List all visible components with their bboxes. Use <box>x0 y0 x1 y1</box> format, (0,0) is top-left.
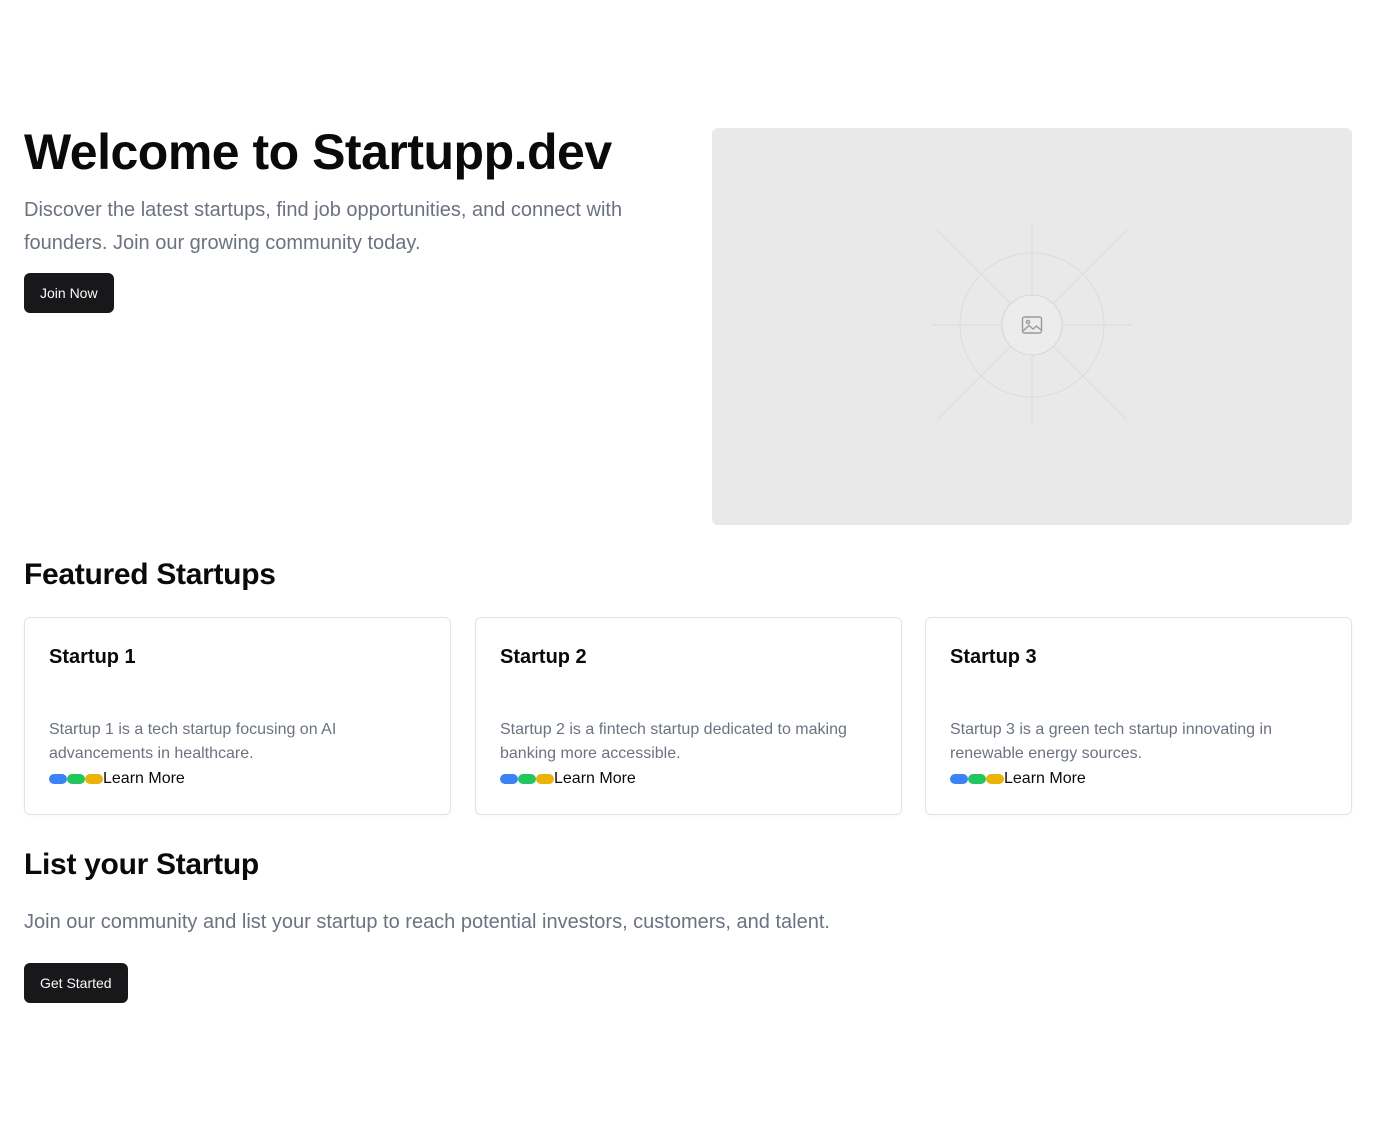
blue-tag-pill <box>500 774 518 784</box>
yellow-tag-pill <box>85 774 103 784</box>
hero-image-placeholder <box>712 128 1352 525</box>
startup-card: Startup 2 Startup 2 is a fintech startup… <box>475 617 902 815</box>
card-title: Startup 2 <box>500 646 587 668</box>
list-startup-subtitle: Join our community and list your startup… <box>24 911 830 933</box>
hero-title: Welcome to Startupp.dev <box>24 124 612 180</box>
page: Welcome to Startupp.dev Discover the lat… <box>0 0 1376 1131</box>
hero-text: Welcome to Startupp.dev Discover the lat… <box>24 124 664 260</box>
yellow-tag-pill <box>536 774 554 784</box>
learn-more-link[interactable]: Learn More <box>554 768 636 790</box>
green-tag-pill <box>968 774 986 784</box>
card-title: Startup 1 <box>49 646 136 668</box>
learn-more-link[interactable]: Learn More <box>103 768 185 790</box>
blue-tag-pill <box>950 774 968 784</box>
yellow-tag-pill <box>986 774 1004 784</box>
join-now-button[interactable]: Join Now <box>24 273 114 313</box>
startup-card: Startup 3 Startup 3 is a green tech star… <box>925 617 1352 815</box>
green-tag-pill <box>67 774 85 784</box>
featured-startups-title: Featured Startups <box>24 558 276 591</box>
learn-more-link[interactable]: Learn More <box>1004 768 1086 790</box>
card-footer: Learn More <box>950 768 1086 790</box>
green-tag-pill <box>518 774 536 784</box>
card-description: Startup 2 is a fintech startup dedicated… <box>500 721 847 762</box>
hero-subtitle: Discover the latest startups, find job o… <box>24 199 623 254</box>
startup-cards: Startup 1 Startup 1 is a tech startup fo… <box>24 617 1352 815</box>
card-description: Startup 1 is a tech startup focusing on … <box>49 721 337 762</box>
card-footer: Learn More <box>500 768 636 790</box>
blue-tag-pill <box>49 774 67 784</box>
placeholder-pattern <box>932 223 1132 425</box>
get-started-button[interactable]: Get Started <box>24 963 128 1003</box>
startup-card: Startup 1 Startup 1 is a tech startup fo… <box>24 617 451 815</box>
list-startup-title: List your Startup <box>24 848 259 881</box>
hero-section: Welcome to Startupp.dev Discover the lat… <box>24 124 1352 525</box>
card-description: Startup 3 is a green tech startup innova… <box>950 721 1272 762</box>
card-footer: Learn More <box>49 768 185 790</box>
card-title: Startup 3 <box>950 646 1037 668</box>
